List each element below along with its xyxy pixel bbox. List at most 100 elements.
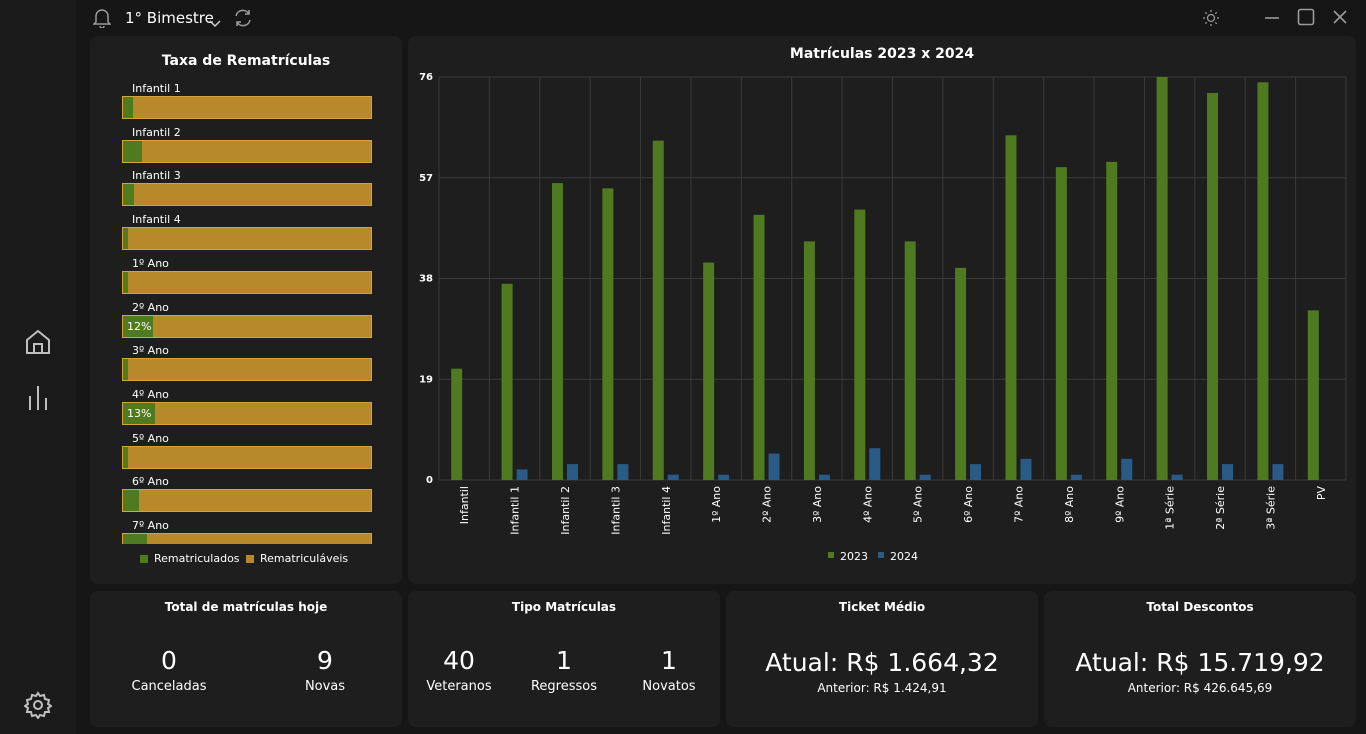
bar-2024	[970, 464, 982, 480]
close-icon[interactable]	[1332, 8, 1348, 30]
period-select[interactable]: 1° Bimestre	[125, 9, 221, 28]
x-tick-label: Infantil 1	[509, 486, 522, 535]
descontos-title: Total Descontos	[1146, 600, 1254, 614]
rematricula-bar: 13%	[122, 401, 372, 425]
stat-value: 9	[317, 646, 333, 675]
legend-swatch	[878, 552, 884, 558]
x-tick-label: 1ª Série	[1164, 486, 1177, 530]
legend-swatch	[246, 554, 254, 563]
bar-2024	[919, 474, 931, 480]
x-tick-label: Infantil 3	[609, 486, 622, 535]
rematricula-label: Infantil 2	[132, 125, 181, 139]
bar-2024	[718, 474, 730, 480]
bar-2023	[1207, 92, 1219, 480]
x-tick-label: Infantil 4	[660, 486, 673, 535]
bar-2024	[1272, 464, 1284, 480]
rematricula-label: Infantil 3	[132, 169, 181, 183]
rematricula-row: 6º Ano	[120, 475, 372, 519]
rematricula-fill	[123, 534, 147, 544]
bar-2023	[904, 241, 916, 480]
x-tick-label: 3º Ano	[811, 486, 824, 523]
y-tick-label: 38	[419, 274, 433, 285]
rematricula-label: 4º Ano	[132, 387, 169, 401]
rematricula-bar	[122, 270, 372, 294]
bar-chart-icon[interactable]	[22, 381, 54, 413]
rematricula-label: 3º Ano	[132, 344, 169, 358]
rematricula-row: Infantil 3	[120, 169, 372, 213]
x-tick-label: Infantil	[458, 486, 471, 524]
bar-2023	[1005, 135, 1017, 480]
legend-label: Rematriculáveis	[260, 552, 349, 565]
bar-2023	[652, 140, 664, 480]
stat-label: Novatos	[642, 679, 696, 694]
bar-2023	[451, 368, 463, 480]
legend-rematriculaveis: Rematriculáveis	[246, 552, 348, 565]
bar-2023	[955, 267, 967, 480]
maximize-icon[interactable]	[1297, 8, 1315, 30]
total-hoje-card: Total de matrículas hoje 0 Canceladas 9 …	[90, 591, 402, 727]
bar-2023	[1257, 82, 1269, 481]
tipo-title: Tipo Matrículas	[511, 600, 617, 614]
period-label: 1° Bimestre	[125, 9, 214, 27]
minimize-icon[interactable]	[1264, 8, 1280, 30]
bar-2024	[1121, 458, 1133, 480]
bar-2024	[768, 453, 780, 480]
bar-2023	[602, 188, 614, 480]
total-descontos-card: Total Descontos Atual: R$ 15.719,92 Ante…	[1044, 591, 1356, 727]
stat-veteranos: 40 Veteranos	[414, 646, 504, 694]
bar-2024	[1171, 474, 1183, 480]
rematricula-row: 7º Ano	[120, 519, 372, 544]
x-tick-label: 9º Ano	[1113, 486, 1126, 523]
rematricula-label: 5º Ano	[132, 431, 169, 445]
bar-2024	[667, 474, 679, 480]
stat-label: Canceladas	[131, 679, 207, 694]
sun-icon[interactable]	[1202, 9, 1220, 31]
rematricula-pct: 12%	[127, 319, 152, 333]
rematricula-bar	[122, 489, 372, 513]
rematricula-fill	[123, 184, 135, 206]
bell-icon[interactable]	[92, 8, 112, 32]
nav-rail	[0, 0, 76, 734]
x-tick-label: 6º Ano	[962, 486, 975, 523]
rematricula-row: 4º Ano 13%	[120, 388, 372, 432]
y-tick-label: 57	[419, 173, 433, 184]
bar-2023	[1106, 161, 1118, 480]
rematricula-row: 3º Ano	[120, 344, 372, 388]
bar-2024	[566, 464, 578, 480]
descontos-current: Atual: R$ 15.719,92	[1075, 648, 1325, 677]
bar-2024	[869, 448, 881, 480]
rematricula-bar	[122, 533, 372, 544]
rematricula-bar	[122, 139, 372, 163]
bar-2024	[1020, 458, 1032, 480]
y-tick-label: 19	[419, 374, 433, 385]
rematricula-bar	[122, 445, 372, 469]
rematricula-label: 7º Ano	[132, 519, 169, 532]
ticket-previous: Anterior: R$ 1.424,91	[817, 681, 947, 695]
settings-icon[interactable]	[22, 689, 54, 721]
x-tick-label: 2ª Série	[1214, 486, 1227, 530]
ticket-title: Ticket Médio	[838, 600, 926, 614]
bar-2023	[803, 241, 815, 480]
rematricula-fill	[123, 490, 140, 512]
bar-2023	[753, 214, 765, 481]
bar-2023	[1307, 310, 1319, 480]
stat-label: Veteranos	[426, 679, 492, 694]
bar-2024	[1070, 474, 1082, 480]
x-tick-label: 7º Ano	[1012, 486, 1025, 523]
matriculas-chart-card: Matrículas 2023 x 2024 0 19 38 57 76 Infantil…	[408, 36, 1356, 584]
stat-label: Novas	[304, 679, 346, 694]
stat-regressos: 1 Regressos	[519, 646, 609, 694]
app-window: 1° Bimestre Taxa de Rematrículas Infanti…	[0, 0, 1366, 734]
home-icon[interactable]	[22, 326, 54, 358]
top-bar: 1° Bimestre	[76, 0, 1366, 36]
y-tick-label: 0	[426, 475, 433, 486]
descontos-previous: Anterior: R$ 426.645,69	[1127, 681, 1273, 695]
rematricula-fill	[123, 140, 142, 162]
x-tick-label: 1º Ano	[710, 486, 723, 523]
rematricula-label: Infantil 4	[132, 213, 181, 227]
rematriculas-card: Taxa de Rematrículas Infantil 1 Infantil …	[90, 36, 402, 584]
bar-chart: 0 19 38 57 76 Infantil Infantil 1 Infantil 2 Inf…	[419, 72, 1347, 563]
y-tick-label: 76	[419, 72, 433, 83]
rematricula-bar: 12%	[122, 314, 372, 338]
refresh-icon[interactable]	[233, 8, 253, 32]
